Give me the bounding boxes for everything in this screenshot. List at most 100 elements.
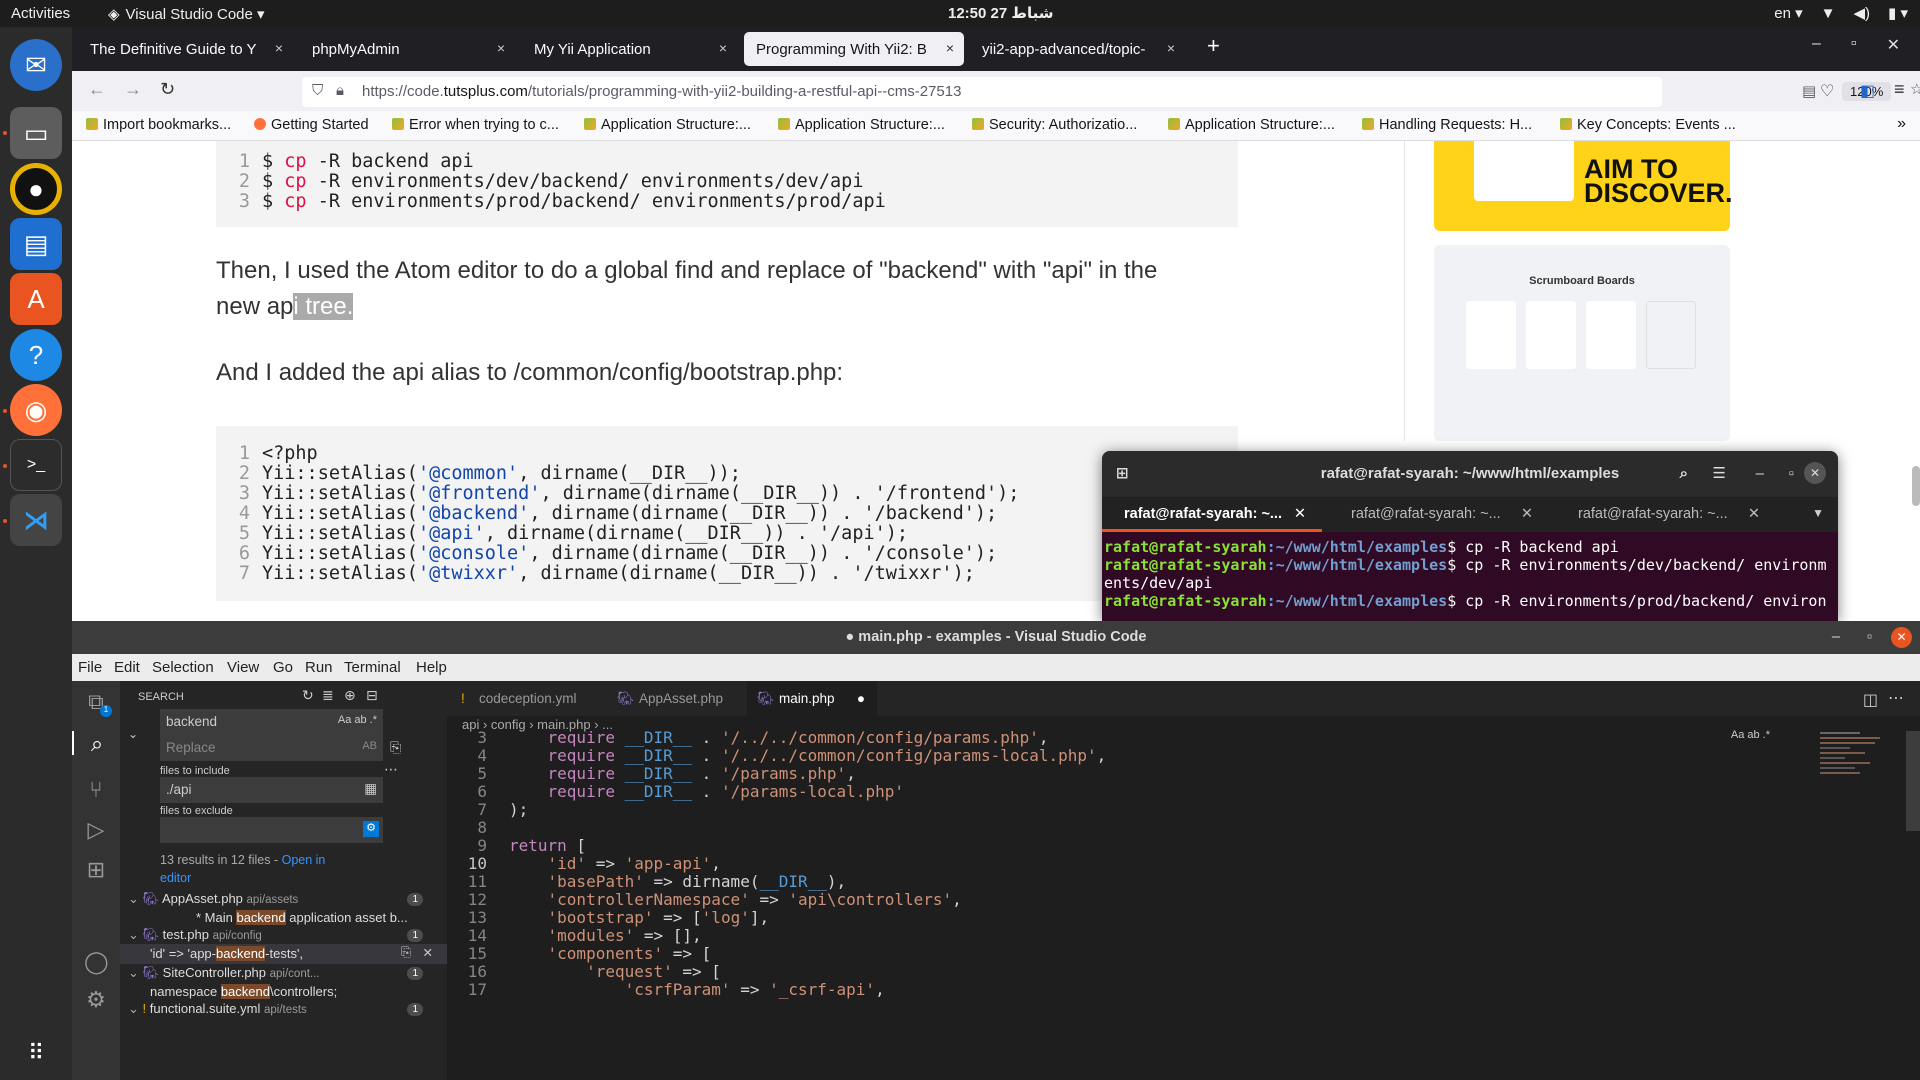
close-icon[interactable]: × (946, 40, 954, 56)
menu-file[interactable]: File (78, 659, 102, 676)
hamburger-icon[interactable]: ☰ (1713, 451, 1726, 497)
code-line[interactable]: 8 (447, 819, 1920, 837)
menu-help[interactable]: Help (416, 659, 447, 676)
tab-definitive-guide[interactable]: The Definitive Guide to Y × (78, 32, 293, 66)
url-bar[interactable]: ⛉ 🔒︎ https://code.tutsplus.com/tutorials… (302, 77, 1920, 107)
close-icon[interactable]: ✕ (1804, 462, 1826, 484)
vscode-titlebar[interactable]: ● main.php - examples - Visual Studio Co… (72, 621, 1920, 654)
code-line[interactable]: 6 require __DIR__ . '/params-local.php' (447, 783, 1920, 801)
more-icon[interactable]: ⋯ (384, 761, 398, 778)
exclude-input[interactable]: ⚙ (160, 817, 383, 843)
new-tab-icon[interactable]: ⊞ (1116, 451, 1129, 497)
code-line[interactable]: 15 'components' => [ (447, 945, 1920, 963)
files-icon[interactable]: ▭ (10, 107, 62, 159)
show-apps-icon[interactable]: ⠿ (10, 1027, 62, 1079)
close-icon[interactable]: × (1167, 40, 1175, 56)
new-search-editor-icon[interactable]: ⊕ (344, 687, 356, 704)
help-icon[interactable]: ? (10, 329, 62, 381)
software-icon[interactable]: A (10, 273, 62, 325)
extension-icon[interactable]: ◧ (1860, 81, 1875, 101)
code-line[interactable]: 11 'basePath' => dirname(__DIR__), (447, 873, 1920, 891)
terminal-output[interactable]: rafat@rafat-syarah:~/www/html/examples$ … (1102, 532, 1838, 616)
extensions-icon[interactable]: ⊞ (84, 857, 108, 882)
code-line[interactable]: 3 require __DIR__ . '/../../common/confi… (447, 729, 1920, 747)
book-icon[interactable]: ▦ (364, 781, 377, 797)
replace-icon[interactable]: ⎘ (401, 945, 411, 960)
minimize-icon[interactable]: – (1832, 621, 1840, 654)
close-icon[interactable]: ✕ (1887, 35, 1900, 55)
more-actions-icon[interactable]: ⋯ (1888, 688, 1904, 708)
code-line[interactable]: 9 return [ (447, 837, 1920, 855)
close-icon[interactable]: ✕ (1748, 497, 1760, 532)
code-line[interactable]: 13 'bootstrap' => ['log'], (447, 909, 1920, 927)
tabs-dropdown-icon[interactable]: ▼ (1812, 506, 1824, 520)
writer-icon[interactable]: ▤ (10, 218, 62, 270)
unsaved-dot-icon[interactable]: ● (857, 681, 865, 716)
language-indicator[interactable]: en ▾ (1774, 4, 1802, 22)
sidebar-ad-scrumboard[interactable]: Scrumboard Boards (1434, 245, 1730, 441)
result-file[interactable]: ⌄ ! functional.suite.yml api/tests 1 (128, 1001, 433, 1023)
bookmark-item[interactable]: Getting Started (254, 117, 369, 133)
exclude-settings-icon[interactable]: ⚙ (363, 821, 379, 837)
gear-icon[interactable]: ⚙ (84, 987, 108, 1012)
match-options-icon[interactable]: Aa ab .* (338, 714, 377, 726)
page-scrollbar[interactable] (1912, 466, 1920, 506)
include-input[interactable]: ./api ▦ (160, 777, 383, 803)
reader-icon[interactable]: ▤ (1802, 82, 1816, 100)
minimize-icon[interactable]: – (1756, 451, 1764, 497)
bookmark-item[interactable]: Import bookmarks... (86, 117, 231, 133)
maximize-icon[interactable]: ▫ (1789, 451, 1794, 497)
menu-icon[interactable]: ≡ (1894, 79, 1905, 100)
code-editor[interactable]: 3 require __DIR__ . '/../../common/confi… (447, 729, 1920, 999)
run-debug-icon[interactable]: ▷ (84, 817, 108, 842)
terminal-tab[interactable]: rafat@rafat-syarah: ~... ✕ (1102, 497, 1322, 532)
window-controls[interactable]: – ▫ ✕ (1812, 35, 1900, 55)
minimap[interactable] (1820, 726, 1910, 846)
reload-icon[interactable]: ↻ (160, 79, 175, 100)
source-control-icon[interactable]: ⑂ (84, 777, 108, 802)
bookmark-item[interactable]: Error when trying to c... (392, 117, 559, 133)
code-line[interactable]: 14 'modules' => [], (447, 927, 1920, 945)
editor-scrollbar[interactable] (1906, 731, 1920, 831)
replace-input[interactable]: Replace AB (160, 735, 383, 761)
close-icon[interactable]: × (719, 40, 727, 56)
tab-codeception-yml[interactable]: ! codeception.yml (447, 681, 607, 716)
bookmark-item[interactable]: Security: Authorizatio... (972, 117, 1137, 133)
new-tab-button[interactable]: + (1207, 33, 1220, 59)
tab-programming-yii2[interactable]: Programming With Yii2: B × (744, 32, 964, 66)
terminal-titlebar[interactable]: ⊞ rafat@rafat-syarah: ~/www/html/example… (1102, 451, 1838, 497)
sidebar-ad-banner[interactable]: AIM TO DISCOVER. (1434, 141, 1733, 231)
activities-button[interactable]: Activities (11, 5, 70, 22)
bookmark-item[interactable]: Key Concepts: Events ... (1560, 117, 1736, 133)
dismiss-icon[interactable]: ✕ (423, 945, 433, 960)
bookmark-star-icon[interactable]: ☆ (1910, 80, 1920, 98)
search-input[interactable]: backend Aa ab .* (160, 709, 383, 735)
search-icon[interactable]: ⌕ (1680, 451, 1688, 497)
menu-edit[interactable]: Edit (114, 659, 140, 676)
preserve-case-icon[interactable]: AB (362, 740, 377, 752)
code-line[interactable]: 5 require __DIR__ . '/params.php', (447, 765, 1920, 783)
code-line[interactable]: 10 'id' => 'app-api', (447, 855, 1920, 873)
maximize-icon[interactable]: ▫ (1867, 621, 1872, 654)
code-line[interactable]: 7); (447, 801, 1920, 819)
menu-go[interactable]: Go (273, 659, 293, 676)
minimize-icon[interactable]: – (1812, 35, 1821, 55)
bookmark-item[interactable]: Application Structure:... (778, 117, 945, 133)
tab-yii2-app-advanced[interactable]: yii2-app-advanced/topic- × (970, 32, 1185, 66)
menu-selection[interactable]: Selection (152, 659, 214, 676)
system-tray[interactable]: en ▾ ▼ ◀) ▮ ▾ (1774, 4, 1908, 23)
search-icon[interactable]: ⌕ (72, 731, 120, 756)
clock[interactable]: 12:50 27 شباط (948, 4, 1053, 22)
code-line[interactable]: 12 'controllerNamespace' => 'api\control… (447, 891, 1920, 909)
chevron-down-icon[interactable]: ⌄ (128, 727, 138, 741)
terminal-tab[interactable]: rafat@rafat-syarah: ~... ✕ (1556, 497, 1776, 532)
thunderbird-icon[interactable]: ✉ (10, 39, 62, 91)
tab-my-yii-app[interactable]: My Yii Application × (522, 32, 737, 66)
result-match[interactable]: namespace backend\controllers; (150, 984, 337, 999)
forward-icon[interactable]: → (124, 79, 142, 100)
account-icon[interactable]: ◯ (84, 949, 109, 974)
refresh-icon[interactable]: ↻ (302, 687, 314, 704)
code-line[interactable]: 17 'csrfParam' => '_csrf-api', (447, 981, 1920, 999)
code-line[interactable]: 4 require __DIR__ . '/../../common/confi… (447, 747, 1920, 765)
menu-run[interactable]: Run (305, 659, 333, 676)
